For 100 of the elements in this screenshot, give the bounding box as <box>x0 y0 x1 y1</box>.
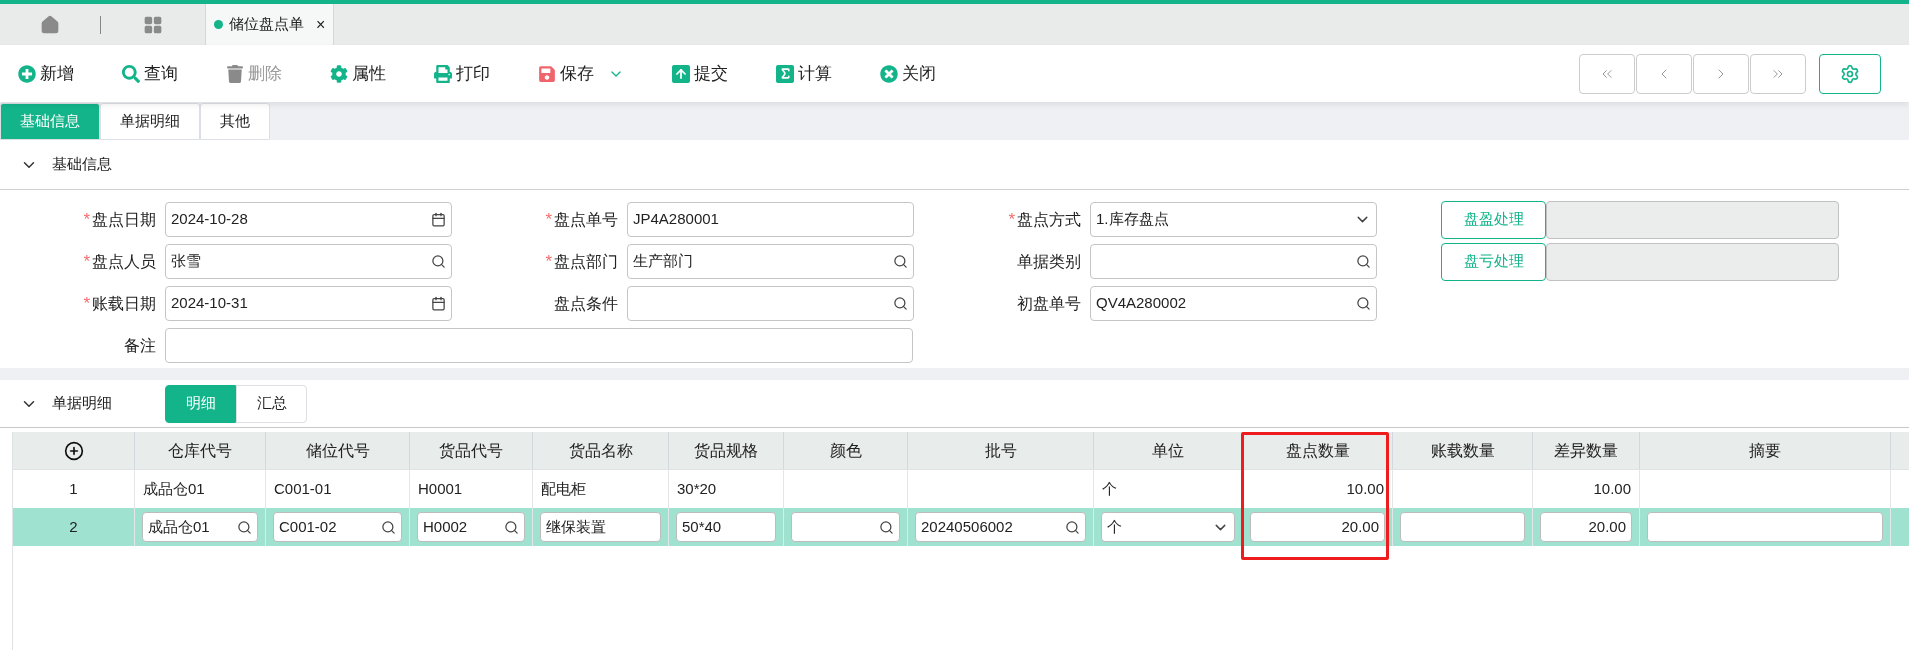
column-header: 账载数量 <box>1430 440 1495 461</box>
column-header: 货品代号 <box>439 440 503 461</box>
table-cell-text: C001-01 <box>274 478 332 499</box>
page-tab[interactable]: 其他 <box>200 103 270 140</box>
search-icon <box>879 519 894 535</box>
input-field[interactable]: 2024-10-28 <box>165 202 452 237</box>
column-header: 颜色 <box>829 440 862 461</box>
table-cell-text: 10.00 <box>1346 478 1384 499</box>
column-header: 单位 <box>1152 440 1184 461</box>
toolbar-button[interactable]: 计算 <box>776 60 832 87</box>
input-field[interactable]: 生产部门 <box>627 244 914 279</box>
toolbar-button[interactable]: 打印 <box>434 60 490 87</box>
toolbar-button[interactable]: 提交 <box>672 60 728 87</box>
required-mark: * <box>83 292 90 315</box>
field-label: 盘点方式 <box>1017 209 1081 230</box>
calendar-icon <box>431 296 446 311</box>
table-cell-text: 个 <box>1102 478 1117 499</box>
input-field[interactable] <box>1090 244 1377 279</box>
toolbar-button[interactable]: 关闭 <box>880 60 936 87</box>
required-mark: * <box>545 208 552 231</box>
column-header: 盘点数量 <box>1285 440 1350 461</box>
input-field[interactable] <box>627 286 914 321</box>
search-icon <box>431 254 446 269</box>
search-icon <box>237 519 252 535</box>
table-cell-text: 配电柜 <box>541 478 586 499</box>
cell-input[interactable]: 20240506002 <box>915 512 1086 542</box>
search-icon <box>122 64 140 83</box>
column-header: 差异数量 <box>1554 440 1618 461</box>
field-label: 盘点单号 <box>554 209 618 230</box>
field-label: 单据类别 <box>1017 251 1081 272</box>
cell-input[interactable]: 20.00 <box>1250 512 1385 542</box>
cell-input[interactable]: 成品仓01 <box>142 512 258 542</box>
search-icon <box>1356 296 1371 311</box>
field-label: 初盘单号 <box>1017 293 1081 314</box>
column-header: 仓库代号 <box>168 440 232 461</box>
required-mark: * <box>1008 208 1015 231</box>
first-page-button[interactable] <box>1579 53 1635 94</box>
close-icon <box>880 64 898 83</box>
close-tab-button[interactable]: × <box>316 12 326 37</box>
settings-icon <box>1840 63 1860 84</box>
required-mark: * <box>83 208 90 231</box>
table-cell-text: 10.00 <box>1593 478 1631 499</box>
printer-icon <box>434 64 452 83</box>
field-label: 账载日期 <box>92 293 156 314</box>
save-icon <box>538 64 556 83</box>
upload-icon <box>672 64 690 83</box>
previous-button[interactable] <box>1636 53 1692 94</box>
field-label: 备注 <box>124 335 156 356</box>
document-tab[interactable]: 储位盘点单 × <box>205 4 335 45</box>
input-field[interactable]: 张雪 <box>165 244 452 279</box>
input-field[interactable]: 1.库存盘点 <box>1090 202 1377 237</box>
input-field[interactable]: QV4A280002 <box>1090 286 1377 321</box>
cell-input[interactable]: 50*40 <box>676 512 776 542</box>
calendar-icon <box>431 212 446 227</box>
section-title: 基础信息 <box>52 154 112 175</box>
cell-input[interactable] <box>1400 512 1525 542</box>
search-icon <box>1065 519 1080 535</box>
column-header: 货品名称 <box>568 440 633 461</box>
table-cell-text: 成品仓01 <box>143 478 205 499</box>
toolbar-button[interactable]: 属性 <box>330 60 386 87</box>
toolbar-button[interactable]: 保存 <box>538 60 624 87</box>
trash-icon <box>226 64 244 83</box>
table-cell-text: 30*20 <box>677 478 717 499</box>
next-button[interactable] <box>1693 53 1749 94</box>
field-label: 盘点日期 <box>92 209 156 230</box>
toolbar-button[interactable]: 新增 <box>18 60 74 87</box>
view-toggle[interactable]: 汇总 <box>236 384 307 423</box>
row-number: 2 <box>69 516 78 537</box>
field-label: 盘点条件 <box>554 293 618 314</box>
cell-input[interactable]: 个 <box>1101 512 1235 542</box>
plus-icon <box>18 64 36 83</box>
input-field[interactable] <box>165 328 913 363</box>
table-cell-text: H0001 <box>418 478 463 499</box>
search-icon <box>893 296 908 311</box>
input-field[interactable]: 2024-10-31 <box>165 286 452 321</box>
cell-input[interactable] <box>1647 512 1883 542</box>
cell-input[interactable]: 20.00 <box>1540 512 1632 542</box>
table-row[interactable]: 2 成品仓01 C001-02 H0002 继保装置 50*40 20240506002 个 20.00 20.00 <box>13 508 1909 546</box>
settings-button[interactable] <box>1819 53 1881 94</box>
home-icon[interactable] <box>40 14 60 35</box>
row-number: 1 <box>69 478 78 499</box>
cell-input[interactable]: H0002 <box>417 512 525 542</box>
input-field[interactable]: JP4A280001 <box>627 202 914 237</box>
toolbar-button[interactable]: 查询 <box>122 60 178 87</box>
gear-icon <box>330 64 348 83</box>
column-header: 摘要 <box>1749 440 1781 461</box>
cell-input[interactable]: C001-02 <box>273 512 402 542</box>
page-tab[interactable]: 单据明细 <box>100 103 200 140</box>
column-header: 货品规格 <box>694 440 758 461</box>
field-label: 盘点人员 <box>92 251 156 272</box>
add-row-icon[interactable] <box>63 440 84 461</box>
last-page-button[interactable] <box>1750 53 1806 94</box>
grid-icon[interactable] <box>143 14 163 35</box>
sigma-icon <box>776 64 794 83</box>
field-label: 盘点部门 <box>554 251 618 272</box>
search-icon <box>381 519 396 535</box>
required-mark: * <box>545 250 552 273</box>
cell-input[interactable]: 继保装置 <box>540 512 661 542</box>
column-header: 批号 <box>984 440 1017 461</box>
cell-input[interactable] <box>791 512 900 542</box>
